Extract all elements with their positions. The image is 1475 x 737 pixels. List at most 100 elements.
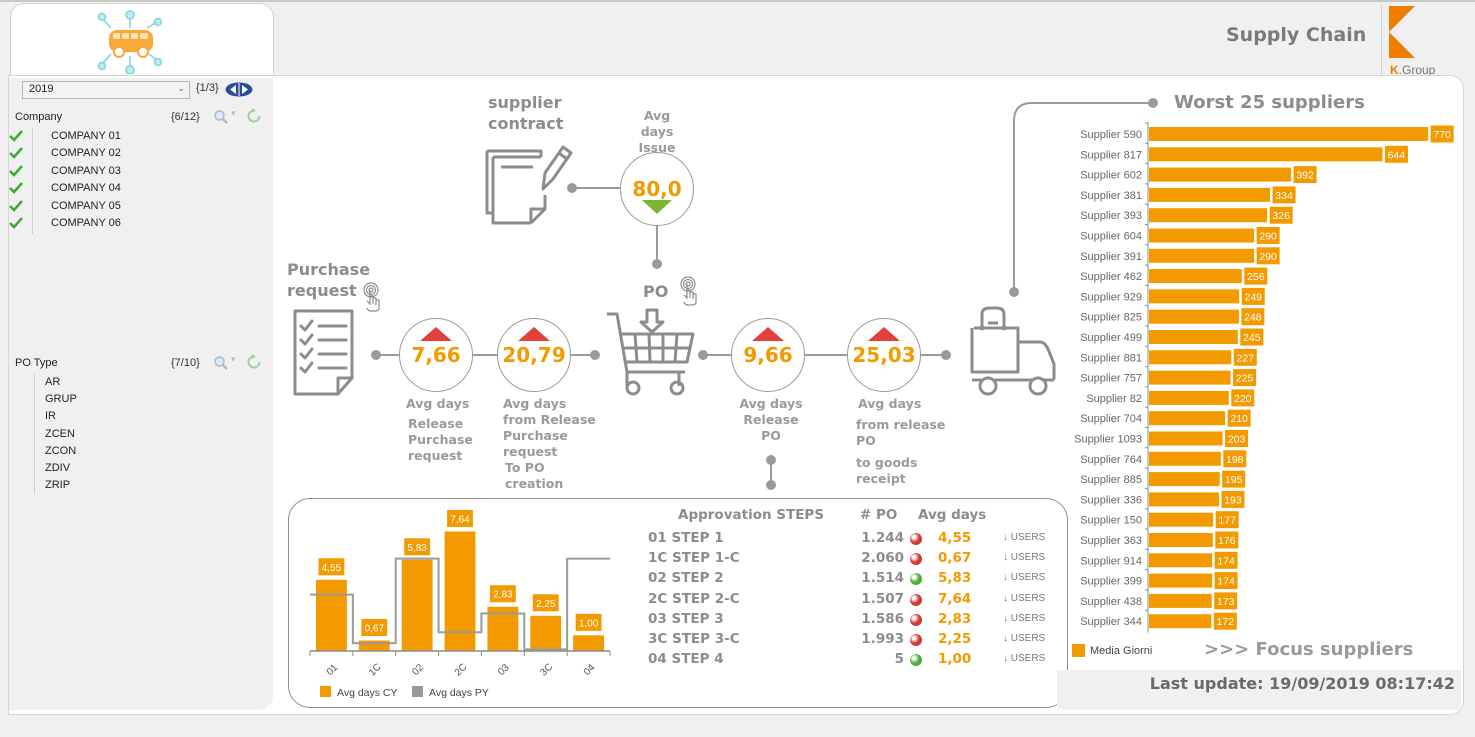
search-icon[interactable] bbox=[213, 355, 229, 371]
kpi-issue-po[interactable]: 80,0 bbox=[620, 152, 694, 226]
data-label: 172 bbox=[1217, 616, 1235, 628]
company-item[interactable]: COMPANY 01 bbox=[9, 128, 121, 145]
avg-days: 5,83 bbox=[938, 570, 972, 587]
purchase-request-title: Purchase request bbox=[287, 260, 371, 300]
drilldown-users-button[interactable]: ↓ USERS bbox=[1003, 552, 1045, 563]
connector-line bbox=[572, 187, 622, 189]
po-type-item[interactable]: ZRIP bbox=[35, 477, 77, 494]
data-label: 203 bbox=[1228, 434, 1246, 446]
bar-supplier-336 bbox=[1149, 492, 1219, 507]
bar-supplier-1093 bbox=[1149, 431, 1223, 446]
bar-supplier-381 bbox=[1149, 187, 1271, 202]
check-icon bbox=[9, 199, 23, 212]
po-type-item[interactable]: ZCON bbox=[35, 443, 77, 460]
po-count: 1.993 bbox=[861, 631, 904, 647]
brand-divider bbox=[1381, 5, 1382, 75]
step-name: 2C STEP 2-C bbox=[648, 590, 740, 607]
kpi-po-to-goods-receipt[interactable]: 25,03 bbox=[847, 318, 921, 392]
chevron-down-icon: ⌄ bbox=[177, 83, 185, 93]
kpi-release-pr-to-po[interactable]: 20,79 bbox=[497, 318, 571, 392]
focus-suppliers-link[interactable]: >>> Focus suppliers bbox=[1204, 639, 1413, 660]
bar-supplier-344 bbox=[1149, 614, 1212, 629]
kpi-release-po[interactable]: 9,66 bbox=[731, 318, 805, 392]
check-icon bbox=[9, 130, 23, 142]
trend-up-icon bbox=[420, 327, 452, 341]
purchase-request-touch-icon[interactable] bbox=[362, 282, 382, 312]
status-indicator-icon bbox=[910, 553, 922, 566]
y-tick-label: Supplier 590 bbox=[1080, 129, 1142, 141]
po-count: 1.244 bbox=[861, 530, 904, 546]
connector-line bbox=[703, 354, 731, 356]
last-update: Last update: 19/09/2019 08:17:42 bbox=[1149, 674, 1455, 693]
company-filter-label: Company bbox=[15, 111, 63, 123]
po-type-item[interactable]: AR bbox=[35, 374, 77, 391]
y-tick-label: Supplier 344 bbox=[1080, 616, 1142, 628]
page-title: Supply Chain bbox=[1226, 24, 1367, 46]
drilldown-users-button[interactable]: ↓ USERS bbox=[1003, 593, 1045, 604]
connector-line bbox=[473, 354, 498, 356]
company-item[interactable]: COMPANY 05 bbox=[9, 198, 121, 215]
dashboard: Supply Chain K.Group 2019 ⌄ {1/3} Compan… bbox=[0, 0, 1475, 737]
status-indicator-icon bbox=[910, 654, 922, 667]
step-name: 02 STEP 2 bbox=[648, 570, 724, 587]
po-count: 1.514 bbox=[861, 570, 904, 587]
drilldown-users-button[interactable]: ↓ USERS bbox=[1003, 572, 1045, 583]
data-label: 195 bbox=[1225, 474, 1243, 486]
po-type-item[interactable]: GRUP bbox=[35, 391, 77, 408]
avg-days: 0,67 bbox=[938, 550, 972, 567]
kpi-value: 80,0 bbox=[632, 177, 682, 201]
reset-icon[interactable] bbox=[246, 108, 262, 124]
company-item[interactable]: COMPANY 02 bbox=[9, 145, 121, 162]
drilldown-users-button[interactable]: ↓ USERS bbox=[1003, 532, 1045, 543]
bar-supplier-82 bbox=[1149, 390, 1229, 405]
legend-label-cy: Avg days CY bbox=[337, 687, 398, 699]
data-label: 334 bbox=[1275, 190, 1293, 202]
connector-dot bbox=[766, 480, 776, 490]
po-type-item[interactable]: IR bbox=[35, 408, 77, 425]
connector-line bbox=[376, 354, 400, 356]
kpi-release-purchase-request[interactable]: 7,66 bbox=[399, 318, 473, 392]
y-tick-label: Supplier 914 bbox=[1080, 555, 1142, 567]
company-item[interactable]: COMPANY 03 bbox=[9, 163, 121, 180]
bar-cy-3C bbox=[530, 615, 562, 651]
kpi-caption: Avg days Release PO bbox=[739, 396, 803, 443]
trend-up-icon bbox=[518, 327, 550, 341]
bar-supplier-438 bbox=[1149, 593, 1212, 608]
bar-supplier-825 bbox=[1149, 309, 1239, 324]
connector-dot bbox=[652, 259, 662, 269]
y-tick-label: Supplier 704 bbox=[1080, 413, 1142, 425]
company-item[interactable]: COMPANY 04 bbox=[9, 180, 121, 197]
drilldown-users-button[interactable]: ↓ USERS bbox=[1003, 633, 1045, 644]
col-header-steps: Approvation STEPS bbox=[678, 507, 825, 523]
page-nav-arrows-icon[interactable] bbox=[225, 82, 253, 97]
drilldown-users-button[interactable]: ↓ USERS bbox=[1003, 653, 1045, 664]
search-dropdown-icon[interactable]: ▾ bbox=[231, 355, 236, 365]
po-touch-icon[interactable] bbox=[679, 276, 699, 306]
check-icon bbox=[9, 217, 23, 229]
kpi-caption: Avg days Release Purchase request bbox=[406, 396, 473, 463]
company-list: COMPANY 01 COMPANY 02 COMPANY 03 COMPANY… bbox=[9, 128, 121, 234]
po-type-list: AR GRUP IR ZCEN ZCON ZDIV ZRIP bbox=[34, 374, 77, 494]
search-icon[interactable] bbox=[213, 109, 229, 125]
y-tick-label: Supplier 438 bbox=[1080, 596, 1142, 608]
y-tick-label: Supplier 817 bbox=[1080, 149, 1142, 161]
po-type-item[interactable]: ZDIV bbox=[35, 460, 77, 477]
bar-supplier-914 bbox=[1149, 553, 1213, 568]
avg-days: 1,00 bbox=[938, 651, 972, 668]
step-name: 03 STEP 3 bbox=[648, 610, 724, 627]
avg-days: 2,83 bbox=[938, 610, 972, 627]
company-item[interactable]: COMPANY 06 bbox=[9, 215, 121, 232]
reset-icon[interactable] bbox=[246, 354, 262, 370]
step-name: 04 STEP 4 bbox=[648, 651, 724, 668]
po-type-item[interactable]: ZCEN bbox=[35, 426, 77, 443]
data-label: 2,25 bbox=[536, 599, 556, 610]
bar-supplier-602 bbox=[1149, 167, 1292, 182]
data-label: 210 bbox=[1230, 413, 1248, 425]
year-select[interactable]: 2019 ⌄ bbox=[22, 81, 190, 99]
approval-row: 03 STEP 3 1.586 2,83 ↓ USERS bbox=[648, 611, 1048, 631]
status-indicator-icon bbox=[910, 634, 922, 646]
bar-supplier-393 bbox=[1149, 208, 1268, 223]
drilldown-users-button[interactable]: ↓ USERS bbox=[1003, 613, 1045, 624]
search-dropdown-icon[interactable]: ▾ bbox=[231, 109, 236, 119]
trend-down-icon bbox=[642, 200, 672, 214]
